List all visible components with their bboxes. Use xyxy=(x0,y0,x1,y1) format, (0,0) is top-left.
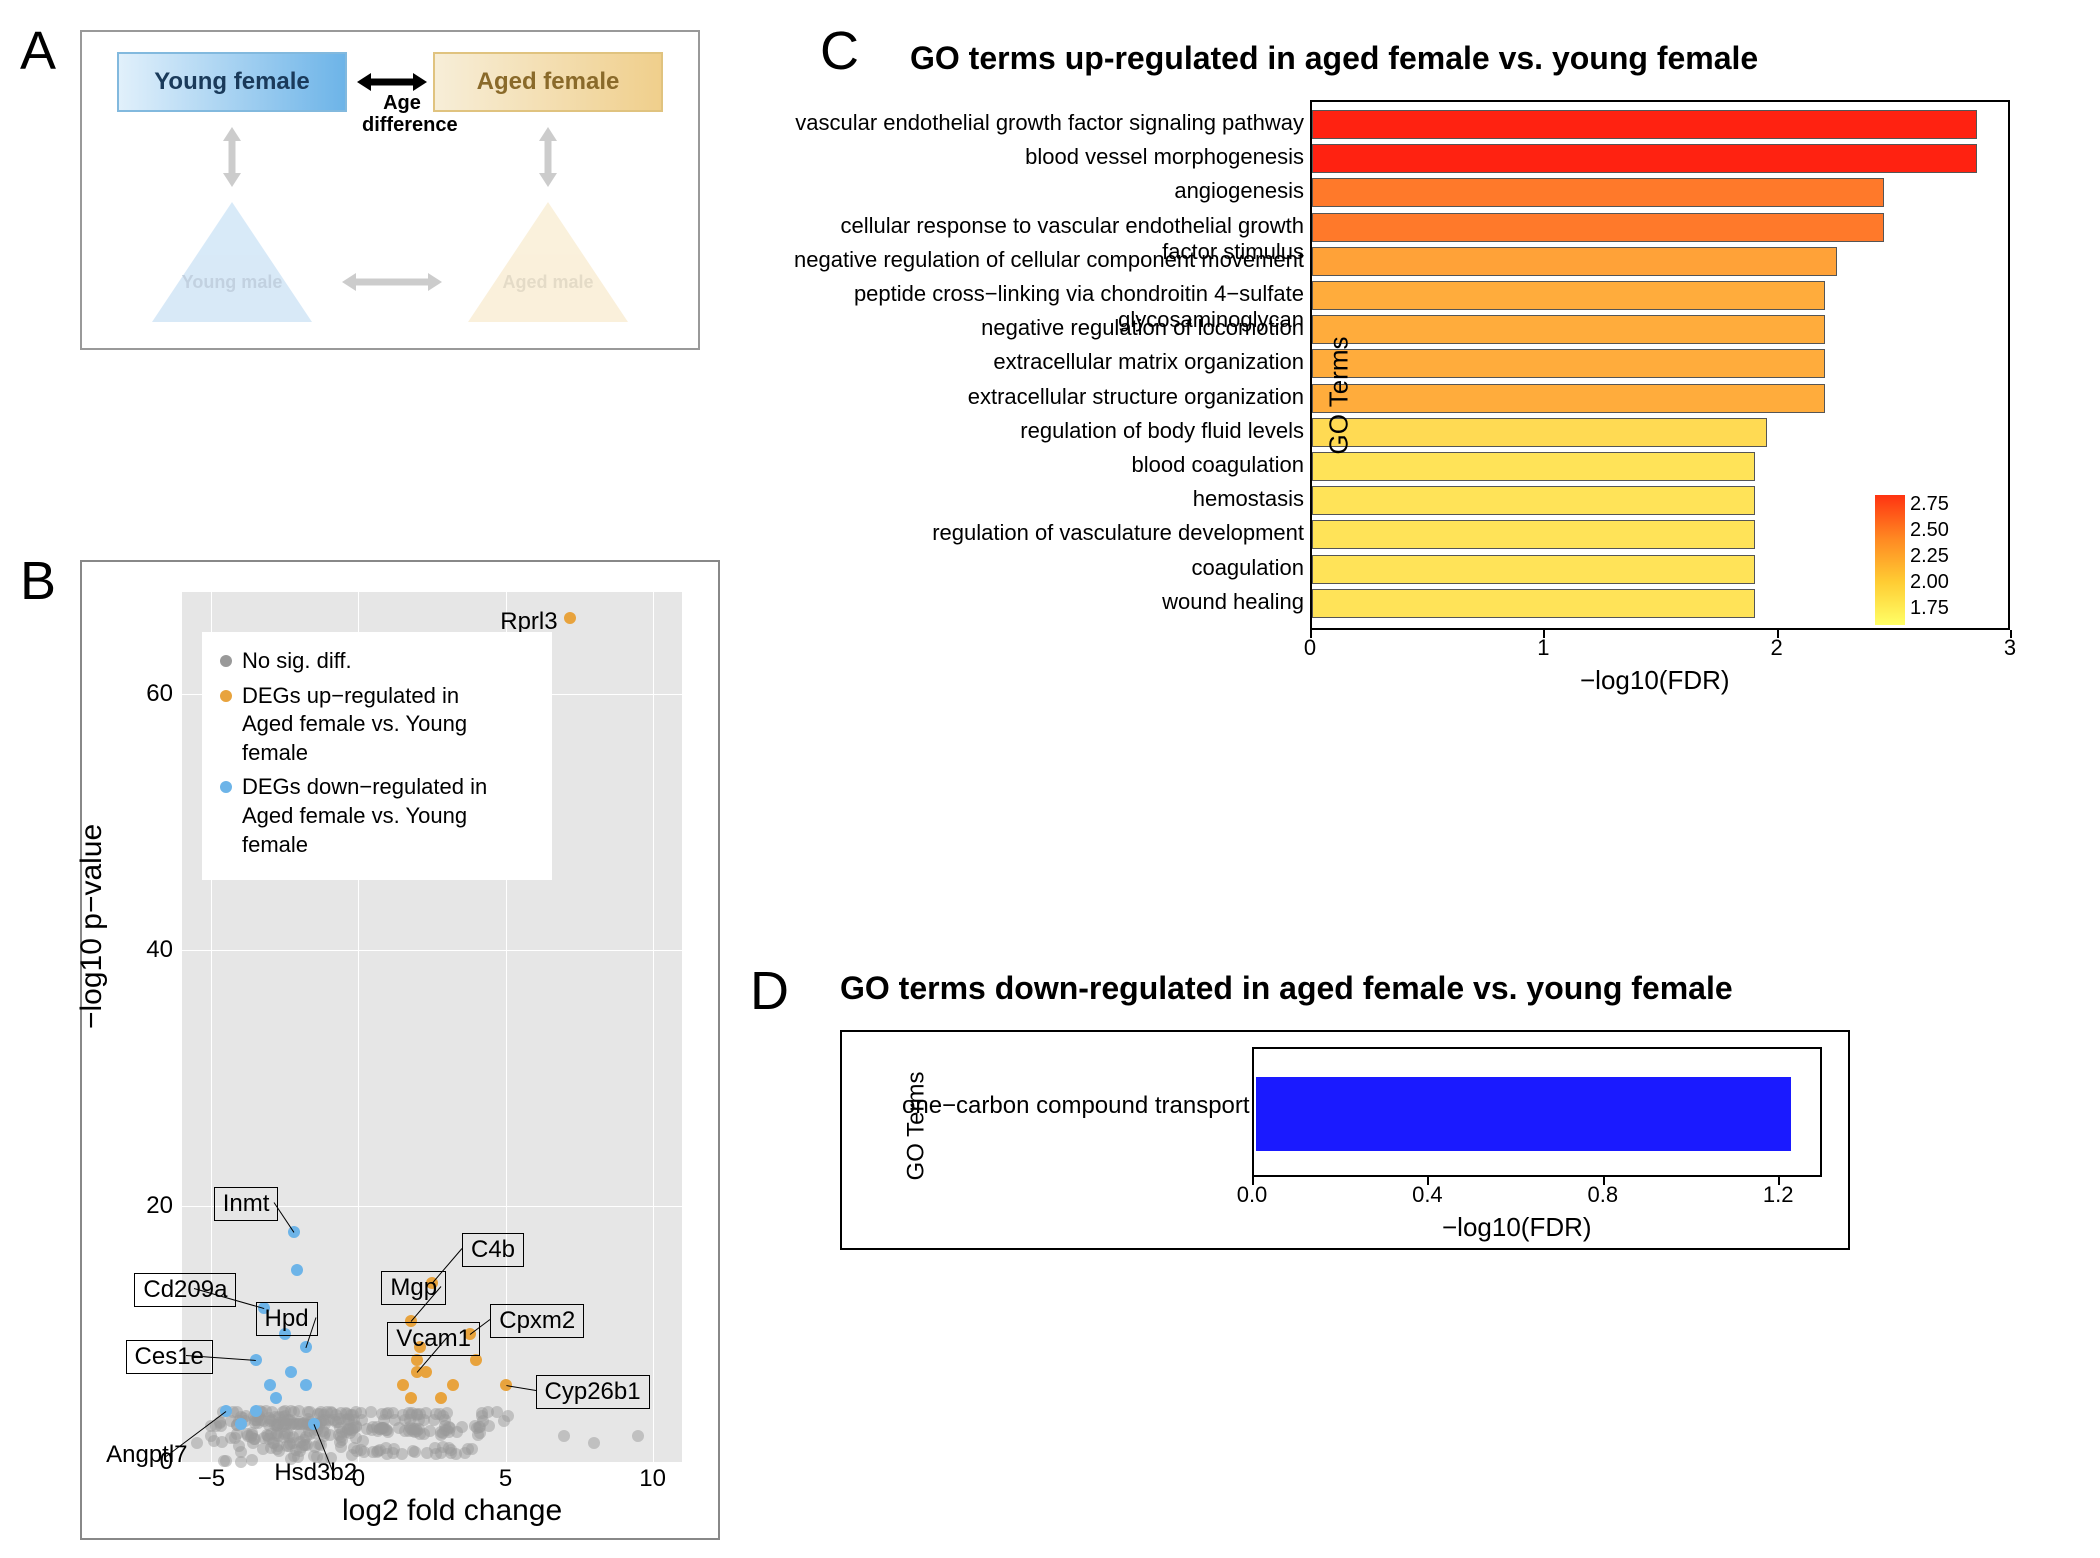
gene-label: Inmt xyxy=(214,1187,279,1221)
legend-down: DEGs down−regulated in Aged female vs. Y… xyxy=(242,773,537,859)
bar xyxy=(1312,555,1755,584)
category-label: extracellular structure organization xyxy=(784,384,1304,410)
x-tick: 1.2 xyxy=(1758,1182,1798,1208)
panel-a-diagram: Young female Aged female Age difference … xyxy=(80,30,700,350)
bar xyxy=(1256,1077,1791,1151)
gene-label: Cyp26b1 xyxy=(536,1375,650,1409)
category-label: wound healing xyxy=(784,589,1304,615)
bar xyxy=(1312,213,1884,242)
category-label: regulation of body fluid levels xyxy=(784,418,1304,444)
legend-tick: 2.00 xyxy=(1910,571,1949,594)
legend-tick: 2.25 xyxy=(1910,545,1949,568)
category-label: hemostasis xyxy=(784,486,1304,512)
young-female-box: Young female xyxy=(117,52,347,112)
gray-arrow-icon xyxy=(533,127,563,187)
aged-male-triangle: Aged male xyxy=(468,202,628,322)
legend: No sig. diff. DEGs up−regulated in Aged … xyxy=(202,632,552,880)
gray-arrow-icon xyxy=(342,267,442,297)
bar xyxy=(1312,384,1825,413)
bar xyxy=(1312,452,1755,481)
gene-label: Cpxm2 xyxy=(490,1304,584,1338)
category-label: one−carbon compound transport xyxy=(902,1092,1250,1120)
x-axis-label: log2 fold change xyxy=(342,1494,562,1528)
panel-d-bar-chart: GO terms down-regulated in aged female v… xyxy=(780,970,2060,1290)
legend-tick: 1.75 xyxy=(1910,597,1949,620)
legend-up: DEGs up−regulated in Aged female vs. You… xyxy=(242,682,537,768)
x-axis-label: −log10(FDR) xyxy=(1442,1212,1592,1243)
plot-area xyxy=(1252,1047,1822,1177)
category-label: vascular endothelial growth factor signa… xyxy=(784,110,1304,136)
x-tick: 0.8 xyxy=(1583,1182,1623,1208)
age-diff-label: Age difference xyxy=(362,92,442,136)
x-tick: 1 xyxy=(1528,635,1558,661)
x-tick: 0.4 xyxy=(1407,1182,1447,1208)
gene-label: Hpd xyxy=(256,1302,318,1336)
bar xyxy=(1312,520,1755,549)
panel-a-label: A xyxy=(20,20,56,82)
category-label: extracellular matrix organization xyxy=(784,349,1304,375)
bar xyxy=(1312,418,1767,447)
plot-box: GO Terms one−carbon compound transport 0… xyxy=(840,1030,1850,1250)
gray-arrow-icon xyxy=(217,127,247,187)
bar xyxy=(1312,178,1884,207)
legend-tick: 2.50 xyxy=(1910,519,1949,542)
category-label: angiogenesis xyxy=(784,178,1304,204)
category-label: blood vessel morphogenesis xyxy=(784,144,1304,170)
category-label: blood coagulation xyxy=(784,452,1304,478)
category-label: regulation of vasculature development xyxy=(784,520,1304,546)
gene-label: C4b xyxy=(462,1233,524,1267)
x-axis-label: −log10(FDR) xyxy=(1580,665,1730,696)
bar xyxy=(1312,247,1837,276)
category-label: coagulation xyxy=(784,555,1304,581)
y-axis-label: GO Terms xyxy=(902,1072,930,1181)
y-axis-label: GO Terms xyxy=(1323,337,1354,455)
x-tick: 3 xyxy=(1995,635,2025,661)
color-legend: 2.75 2.50 2.25 2.00 1.75 xyxy=(1875,495,2050,630)
bar xyxy=(1312,315,1825,344)
category-label: negative regulation of locomotion xyxy=(784,315,1304,341)
panel-b-volcano-plot: Rprl3InmtC4bCd209aMgpCpxm2HpdCes1eVcam1C… xyxy=(80,560,720,1540)
aged-female-box: Aged female xyxy=(433,52,663,112)
x-tick: 0.0 xyxy=(1232,1182,1272,1208)
bar xyxy=(1312,589,1755,618)
x-tick: 0 xyxy=(1295,635,1325,661)
young-male-triangle: Young male xyxy=(152,202,312,322)
gene-label: Cd209a xyxy=(134,1273,236,1307)
chart-title: GO terms down-regulated in aged female v… xyxy=(840,970,1733,1007)
legend-tick: 2.75 xyxy=(1910,493,1949,516)
category-label: negative regulation of cellular componen… xyxy=(784,247,1304,273)
panel-c-bar-chart: GO terms up-regulated in aged female vs.… xyxy=(780,40,2060,720)
y-axis-label: −log10 p−value xyxy=(75,824,109,1029)
bar xyxy=(1312,144,1977,173)
bar xyxy=(1312,110,1977,139)
bar xyxy=(1312,486,1755,515)
bar xyxy=(1312,281,1825,310)
panel-b-label: B xyxy=(20,550,56,612)
gene-label: Mgp xyxy=(381,1271,446,1305)
legend-nosig: No sig. diff. xyxy=(242,647,352,676)
x-tick: 2 xyxy=(1762,635,1792,661)
chart-title: GO terms up-regulated in aged female vs.… xyxy=(910,40,1758,77)
bar xyxy=(1312,349,1825,378)
